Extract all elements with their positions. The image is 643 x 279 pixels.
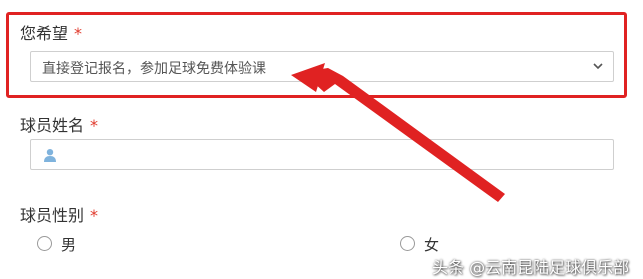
registration-form: 您希望 * 直接登记报名，参加足球免费体验课 球员姓名 * 球员性别 * 男 女 头条… bbox=[0, 0, 643, 279]
watermark: 头条 @云南昆陆足球俱乐部 bbox=[432, 258, 630, 277]
red-arrow-icon bbox=[291, 63, 505, 202]
